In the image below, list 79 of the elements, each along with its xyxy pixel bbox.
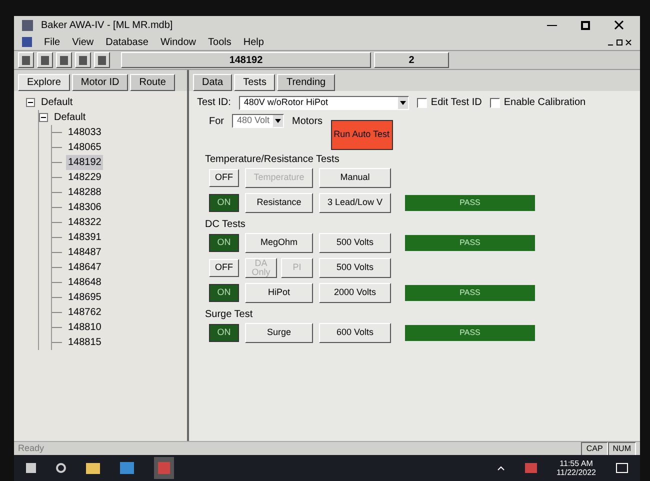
test-button[interactable]: Surge bbox=[245, 322, 313, 342]
tree-item[interactable]: 148322 bbox=[66, 215, 104, 230]
restore-icon[interactable] bbox=[581, 20, 590, 30]
checkbox[interactable] bbox=[416, 98, 427, 108]
tab[interactable]: Explore bbox=[18, 74, 70, 91]
setting-button[interactable]: 500 Volts bbox=[319, 232, 391, 252]
test-button[interactable]: HiPot bbox=[245, 282, 313, 302]
result-bar: PASS bbox=[405, 324, 535, 340]
setting-button[interactable]: 2000 Volts bbox=[319, 282, 391, 302]
document-icon bbox=[22, 37, 32, 47]
off-button[interactable]: OFF bbox=[209, 168, 239, 186]
checkbox[interactable] bbox=[490, 98, 500, 108]
tree-item[interactable]: 148810 bbox=[66, 320, 104, 335]
setting-button[interactable]: Manual bbox=[319, 168, 391, 188]
tree-item[interactable]: 148695 bbox=[66, 290, 104, 305]
status-field: 2 bbox=[374, 52, 449, 68]
tree-item[interactable]: 148647 bbox=[66, 260, 104, 275]
tree-item[interactable]: 148065 bbox=[66, 140, 104, 155]
tree-item[interactable]: 148648 bbox=[66, 275, 104, 290]
app-icon bbox=[22, 20, 33, 30]
tree-item[interactable]: 148033 bbox=[66, 125, 104, 140]
result-bar: PASS bbox=[405, 194, 535, 210]
tree-item[interactable]: 148229 bbox=[66, 170, 104, 185]
test-button[interactable]: MegOhm bbox=[245, 232, 313, 252]
on-indicator[interactable]: ON bbox=[209, 324, 239, 342]
on-indicator[interactable]: ON bbox=[209, 234, 239, 252]
tree-item[interactable]: Default bbox=[39, 95, 75, 110]
test-id-dropdown[interactable]: 480V w/oRotor HiPot bbox=[238, 96, 409, 110]
test-id-label: Test ID: bbox=[197, 96, 231, 110]
test-button[interactable]: Resistance bbox=[245, 192, 313, 212]
voltage-dropdown[interactable]: 480 Volt bbox=[232, 114, 284, 128]
menu-item[interactable]: Tools bbox=[208, 34, 232, 50]
search-icon[interactable] bbox=[56, 463, 66, 473]
tree-item[interactable]: Default bbox=[52, 110, 88, 125]
tab[interactable]: Motor ID bbox=[72, 74, 128, 91]
result-bar: PASS bbox=[405, 234, 535, 250]
tab[interactable]: Trending bbox=[277, 74, 335, 91]
setting-button[interactable]: 500 Volts bbox=[319, 258, 391, 278]
setting-button[interactable]: 600 Volts bbox=[319, 322, 391, 342]
window-controls-icon[interactable] bbox=[608, 38, 632, 46]
for-label: For bbox=[209, 115, 224, 129]
tree-item[interactable]: 148487 bbox=[66, 245, 104, 260]
run-auto-test-button[interactable]: Run Auto Test bbox=[330, 120, 393, 150]
tab[interactable]: Route bbox=[130, 74, 175, 91]
on-indicator[interactable]: ON bbox=[209, 284, 239, 302]
notification-icon[interactable] bbox=[616, 463, 628, 473]
tree-item[interactable]: 148391 bbox=[66, 230, 104, 245]
collapse-icon[interactable] bbox=[39, 113, 48, 122]
menu-item[interactable]: File bbox=[44, 34, 60, 50]
motor-id-field: 148192 bbox=[121, 52, 371, 68]
window-title: Baker AWA-IV - [ML MR.mdb] bbox=[41, 18, 174, 32]
tree-item[interactable]: 148192 bbox=[66, 155, 104, 170]
clock-time: 11:55 AM bbox=[560, 459, 593, 468]
menu-item[interactable]: Help bbox=[243, 34, 264, 50]
minimize-icon[interactable] bbox=[547, 24, 557, 26]
tree-item[interactable]: 148288 bbox=[66, 185, 104, 200]
off-button[interactable]: OFF bbox=[209, 258, 239, 276]
motors-label: Motors bbox=[292, 115, 323, 129]
tab[interactable]: Tests bbox=[234, 74, 276, 91]
status-text: Ready bbox=[18, 442, 46, 455]
checkbox-label: Enable Calibration bbox=[504, 96, 586, 110]
menu-item[interactable]: Window bbox=[160, 34, 196, 50]
group-title: Temperature/Resistance Tests bbox=[204, 154, 340, 165]
clock-date: 11/22/2022 bbox=[556, 468, 596, 477]
group-title: Surge Test bbox=[204, 309, 254, 320]
chevron-up-icon[interactable] bbox=[496, 466, 505, 470]
tree-item[interactable]: 148762 bbox=[66, 305, 104, 320]
on-indicator[interactable]: ON bbox=[209, 194, 239, 212]
tree-item[interactable]: 148306 bbox=[66, 200, 104, 215]
result-bar: PASS bbox=[405, 284, 535, 300]
checkbox-label: Edit Test ID bbox=[430, 96, 482, 110]
group-title: DC Tests bbox=[204, 219, 246, 230]
menu-item[interactable]: Database bbox=[106, 34, 148, 50]
menu-item[interactable]: View bbox=[72, 34, 94, 50]
close-icon[interactable] bbox=[614, 20, 624, 30]
setting-button[interactable]: 3 Lead/Low V bbox=[319, 192, 391, 212]
tab[interactable]: Data bbox=[193, 74, 232, 91]
collapse-icon[interactable] bbox=[26, 98, 35, 107]
tree-item[interactable]: 148815 bbox=[66, 335, 104, 350]
